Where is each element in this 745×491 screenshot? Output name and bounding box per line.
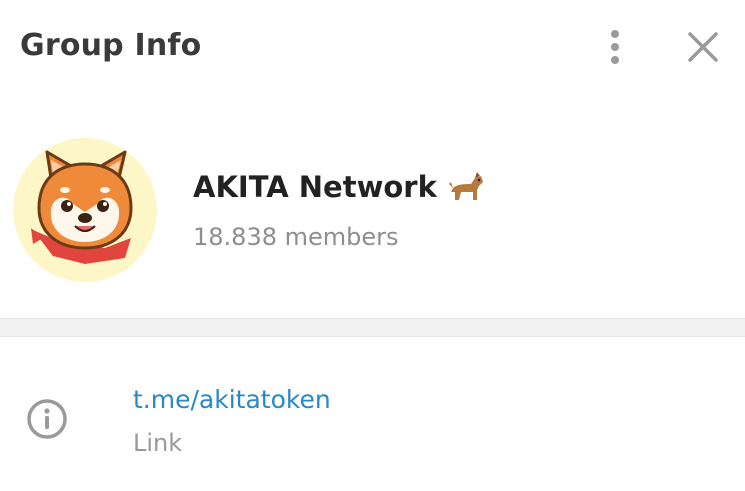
more-vertical-icon xyxy=(611,30,619,64)
close-button[interactable] xyxy=(682,26,724,68)
avatar[interactable] xyxy=(13,138,157,282)
group-link[interactable]: t.me/akitatoken xyxy=(133,385,331,414)
info-circle-icon xyxy=(27,399,67,439)
shiba-dog-avatar xyxy=(31,150,133,264)
section-divider xyxy=(0,318,745,337)
link-label: Link xyxy=(133,429,183,457)
dog-emoji xyxy=(448,172,483,200)
member-count: 18.838 members xyxy=(193,223,399,251)
group-name: AKITA Network xyxy=(193,170,485,204)
group-profile: AKITA Network 18.838 members xyxy=(0,96,745,318)
header: Group Info xyxy=(0,0,745,96)
group-name-text: AKITA Network xyxy=(193,170,437,204)
close-icon xyxy=(688,32,718,62)
more-menu-button[interactable] xyxy=(596,26,634,68)
page-title: Group Info xyxy=(20,28,202,63)
info-link-row: t.me/akitatoken Link xyxy=(0,360,745,470)
